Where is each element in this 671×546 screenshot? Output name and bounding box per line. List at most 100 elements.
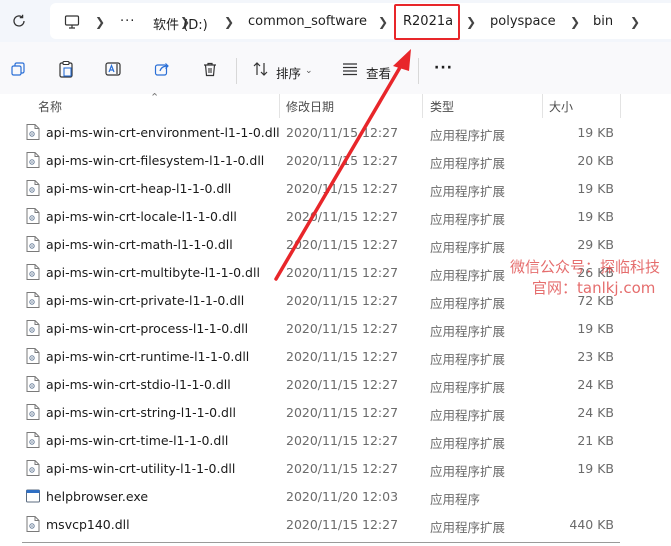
dll-file-icon: [26, 180, 40, 196]
file-name: api-ms-win-crt-time-l1-1-0.dll: [46, 433, 229, 448]
file-type: 应用程序扩展: [430, 240, 506, 255]
breadcrumb-item-drive-d[interactable]: 软件 (D:): [153, 14, 208, 33]
file-date: 2020/11/20 12:03: [286, 489, 399, 504]
scroll-area: [621, 94, 671, 546]
file-type: 应用程序扩展: [430, 184, 506, 199]
file-row[interactable]: api-ms-win-crt-utility-l1-1-0.dll 2020/11…: [0, 454, 620, 482]
refresh-button[interactable]: [9, 11, 29, 31]
file-type: 应用程序扩展: [430, 436, 506, 451]
column-header-date[interactable]: 修改日期: [286, 98, 334, 115]
this-pc-icon[interactable]: [64, 14, 80, 30]
breadcrumb[interactable]: ❯ ··· ❯ 软件 (D:) ❯ common_software ❯ R202…: [50, 3, 671, 39]
dll-file-icon: [26, 208, 40, 224]
file-row[interactable]: msvcp140.dll 2020/11/15 12:27 应用程序扩展 440 KB: [0, 510, 620, 538]
file-date: 2020/11/15 12:27: [286, 237, 399, 252]
file-name: api-ms-win-crt-string-l1-1-0.dll: [46, 405, 236, 420]
watermark-line-2: 官网：tanlkj.com: [532, 279, 656, 297]
dll-file-icon: [26, 376, 40, 392]
file-name: api-ms-win-crt-runtime-l1-1-0.dll: [46, 349, 250, 364]
file-name: api-ms-win-crt-locale-l1-1-0.dll: [46, 209, 237, 224]
file-name: msvcp140.dll: [46, 517, 130, 532]
file-size: 19 KB: [577, 181, 614, 196]
column-resize-handle[interactable]: [422, 94, 423, 118]
trash-icon: [204, 62, 216, 77]
file-type: 应用程序: [430, 492, 481, 507]
file-type: 应用程序扩展: [430, 156, 506, 171]
file-row[interactable]: api-ms-win-crt-process-l1-1-0.dll 2020/11…: [0, 314, 620, 342]
file-type: 应用程序扩展: [430, 464, 506, 479]
file-date: 2020/11/15 12:27: [286, 181, 399, 196]
breadcrumb-item-polyspace[interactable]: polyspace: [490, 14, 556, 29]
column-header-type[interactable]: 类型: [430, 98, 454, 115]
file-date: 2020/11/15 12:27: [286, 349, 399, 364]
chevron-right-icon[interactable]: ❯: [224, 15, 234, 29]
copy-button[interactable]: [8, 59, 28, 79]
file-date: 2020/11/15 12:27: [286, 153, 399, 168]
file-row[interactable]: api-ms-win-crt-stdio-l1-1-0.dll 2020/11/1…: [0, 370, 620, 398]
file-name: api-ms-win-crt-stdio-l1-1-0.dll: [46, 377, 231, 392]
share-icon: [154, 63, 169, 76]
file-name: api-ms-win-crt-utility-l1-1-0.dll: [46, 461, 236, 476]
file-row[interactable]: api-ms-win-crt-filesystem-l1-1-0.dll 2020…: [0, 146, 620, 174]
paste-button[interactable]: [56, 59, 76, 79]
chevron-right-icon[interactable]: ❯: [378, 15, 388, 29]
view-list-icon: [343, 63, 357, 76]
column-resize-handle[interactable]: [279, 94, 280, 118]
toolbar-divider: [236, 58, 237, 84]
file-row[interactable]: api-ms-win-crt-time-l1-1-0.dll 2020/11/15…: [0, 426, 620, 454]
file-type: 应用程序扩展: [430, 128, 506, 143]
chevron-right-icon[interactable]: ❯: [466, 15, 476, 29]
file-size: 19 KB: [577, 461, 614, 476]
file-date: 2020/11/15 12:27: [286, 125, 399, 140]
share-button[interactable]: [152, 59, 172, 79]
view-button[interactable]: [340, 59, 360, 79]
column-header-size[interactable]: 大小: [549, 98, 573, 115]
column-header-name[interactable]: 名称: [38, 98, 62, 115]
breadcrumb-item-common-software[interactable]: common_software: [248, 14, 367, 29]
highlight-box: [394, 4, 460, 40]
chevron-right-icon[interactable]: ❯: [630, 15, 640, 29]
file-date: 2020/11/15 12:27: [286, 265, 399, 280]
file-size: 24 KB: [577, 405, 614, 420]
rename-icon: [105, 62, 121, 76]
breadcrumb-overflow[interactable]: ···: [120, 14, 135, 29]
file-type: 应用程序扩展: [430, 408, 506, 423]
file-type: 应用程序扩展: [430, 212, 506, 227]
chevron-right-icon[interactable]: ❯: [95, 15, 105, 29]
file-date: 2020/11/15 12:27: [286, 209, 399, 224]
file-row[interactable]: api-ms-win-crt-runtime-l1-1-0.dll 2020/11…: [0, 342, 620, 370]
column-resize-handle[interactable]: [542, 94, 543, 118]
view-label[interactable]: 查看: [366, 63, 391, 82]
file-row[interactable]: api-ms-win-crt-environment-l1-1-0.dll 202…: [0, 118, 620, 146]
rename-button[interactable]: [104, 59, 124, 79]
delete-button[interactable]: [200, 59, 220, 79]
chevron-down-icon[interactable]: ⌄: [305, 66, 313, 76]
dll-file-icon: [26, 320, 40, 336]
file-size: 20 KB: [577, 153, 614, 168]
file-size: 19 KB: [577, 209, 614, 224]
file-name: api-ms-win-crt-heap-l1-1-0.dll: [46, 181, 232, 196]
file-size: 23 KB: [577, 349, 614, 364]
file-size: 19 KB: [577, 321, 614, 336]
dll-file-icon: [26, 432, 40, 448]
file-date: 2020/11/15 12:27: [286, 405, 399, 420]
file-type: 应用程序扩展: [430, 268, 506, 283]
chevron-right-icon[interactable]: ❯: [570, 15, 580, 29]
file-type: 应用程序扩展: [430, 352, 506, 367]
file-row[interactable]: api-ms-win-crt-math-l1-1-0.dll 2020/11/15…: [0, 230, 620, 258]
toolbar-divider: [418, 58, 419, 84]
sort-ascending-icon: ⌃: [150, 91, 160, 104]
file-date: 2020/11/15 12:27: [286, 517, 399, 532]
sort-label[interactable]: 排序: [276, 63, 301, 82]
list-bottom-edge: [22, 542, 620, 546]
breadcrumb-item-bin[interactable]: bin: [593, 14, 613, 29]
file-row[interactable]: api-ms-win-crt-locale-l1-1-0.dll 2020/11/…: [0, 202, 620, 230]
sort-button[interactable]: [251, 59, 271, 79]
file-row[interactable]: api-ms-win-crt-string-l1-1-0.dll 2020/11/…: [0, 398, 620, 426]
file-date: 2020/11/15 12:27: [286, 321, 399, 336]
file-row[interactable]: helpbrowser.exe 2020/11/20 12:03 应用程序: [0, 482, 620, 510]
watermark: 微信公众号：探临科技 官网：tanlkj.com: [510, 257, 660, 299]
file-name: api-ms-win-crt-filesystem-l1-1-0.dll: [46, 153, 265, 168]
file-row[interactable]: api-ms-win-crt-heap-l1-1-0.dll 2020/11/15…: [0, 174, 620, 202]
more-options-button[interactable]: ···: [434, 60, 453, 76]
